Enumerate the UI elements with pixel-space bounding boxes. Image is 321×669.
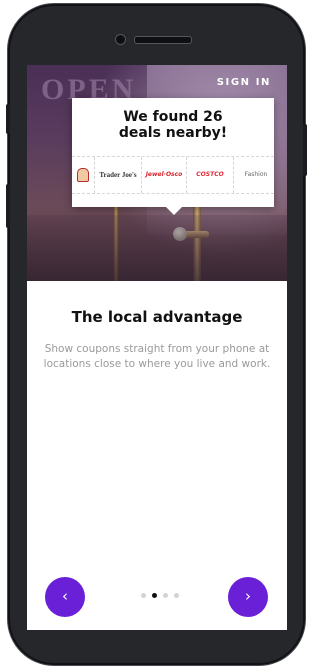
page-dot-1[interactable] — [141, 593, 146, 598]
hero-floor — [27, 215, 287, 281]
page-dot-4[interactable] — [174, 593, 179, 598]
side-button-left-lower — [6, 184, 10, 228]
side-button-left-upper — [6, 104, 10, 134]
side-button-right — [303, 124, 307, 176]
brand-logo-strip: Trader Joe's Jewel·Osco COSTCO Fashion — [72, 156, 274, 194]
previous-button[interactable]: ‹ — [45, 577, 85, 617]
next-button[interactable]: › — [228, 577, 268, 617]
sign-in-link[interactable]: SIGN IN — [217, 77, 271, 88]
page-indicator — [141, 593, 179, 598]
hero-image: OPEN SIGN IN We found 26 deals nearby! T… — [27, 65, 287, 281]
mascot-icon — [77, 167, 89, 182]
front-camera — [115, 34, 126, 45]
chevron-right-icon: › — [245, 587, 251, 605]
onboarding-description: Show coupons straight from your phone at… — [43, 343, 271, 370]
phone-frame: OPEN SIGN IN We found 26 deals nearby! T… — [6, 6, 307, 663]
brand-logo-fashion: Fashion — [244, 171, 268, 178]
app-screen: OPEN SIGN IN We found 26 deals nearby! T… — [27, 65, 287, 630]
onboarding-headline: The local advantage — [71, 308, 243, 326]
earpiece-speaker — [134, 36, 192, 44]
brand-logo-costco: COSTCO — [187, 157, 234, 193]
brand-logo-trader-joes: Trader Joe's — [95, 157, 142, 193]
brand-logo-jewel-osco: Jewel·Osco — [142, 157, 187, 193]
page-dot-2[interactable] — [152, 593, 157, 598]
deals-count-title: We found 26 deals nearby! — [118, 109, 228, 141]
deals-nearby-card: We found 26 deals nearby! Trader Joe's J… — [72, 98, 274, 215]
brand-logo-mascot — [72, 157, 95, 193]
chevron-left-icon: ‹ — [62, 587, 68, 605]
page-dot-3[interactable] — [163, 593, 168, 598]
